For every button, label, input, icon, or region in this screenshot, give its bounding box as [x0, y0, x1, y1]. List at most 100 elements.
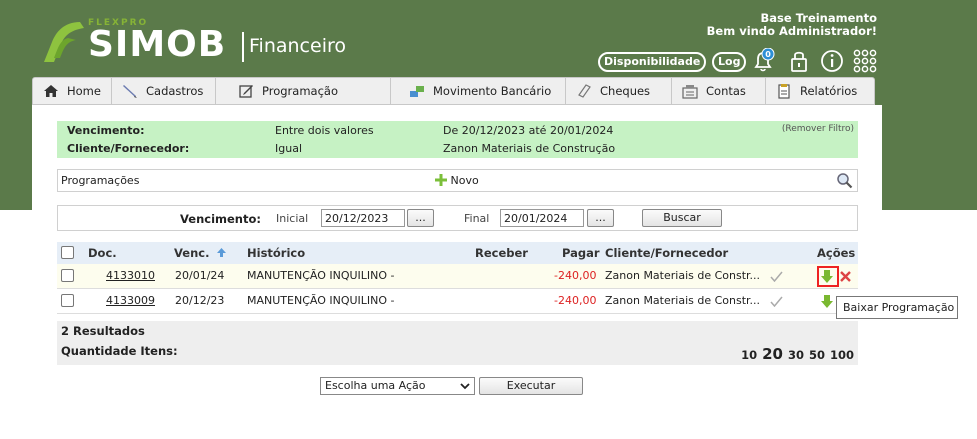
col-venc-label: Venc. [174, 246, 210, 260]
search-inicial-label: Inicial [276, 212, 309, 225]
chevron-down-icon [460, 383, 470, 390]
table-row: 4133010 20/01/24 MANUTENÇÃO INQUILINO - … [57, 264, 858, 289]
executar-button[interactable]: Executar [479, 377, 583, 395]
report-icon [778, 84, 790, 99]
nav-contas-label: Contas [706, 84, 746, 98]
search-final-label: Final [464, 212, 490, 225]
final-date-input[interactable] [500, 209, 584, 227]
programacoes-bar: Programações Novo [57, 169, 858, 192]
row-checkbox[interactable] [61, 269, 74, 282]
col-venc[interactable]: Venc. [174, 246, 227, 260]
row-venc: 20/12/23 [175, 294, 225, 307]
results-count: 2 Resultados [61, 324, 145, 338]
info-icon[interactable] [819, 48, 845, 74]
search-form: Vencimento: Inicial ... Final ... Buscar [57, 205, 858, 231]
log-button[interactable]: Log [712, 52, 747, 72]
page-size-50[interactable]: 50 [809, 348, 825, 362]
disponibilidade-button[interactable]: Disponibilidade [598, 52, 707, 72]
inicial-date-input[interactable] [321, 209, 405, 227]
logo-main: SIMOB [88, 24, 227, 65]
row-pagar: -240,00 [554, 294, 597, 307]
row-venc: 20/01/24 [175, 269, 225, 282]
header-controls: Disponibilidade Log 0 [598, 46, 888, 76]
page-size-30[interactable]: 30 [788, 348, 804, 362]
welcome-user: Bem vindo Administrador! [706, 24, 877, 38]
nav-programacao-label: Programação [262, 84, 338, 98]
row-cliente: Zanon Materiais de Constr... [605, 294, 761, 307]
qty-label: Quantidade Itens: [61, 344, 178, 358]
bell-icon[interactable]: 0 [750, 48, 776, 74]
novo-button[interactable]: Novo [435, 174, 479, 187]
search-icon[interactable] [836, 172, 853, 189]
search-vencimento-label: Vencimento: [180, 212, 261, 226]
col-doc[interactable]: Doc. [88, 246, 117, 260]
notification-count: 0 [765, 50, 771, 59]
final-date-picker-button[interactable]: ... [587, 209, 614, 227]
welcome-text: Base Treinamento Bem vindo Administrador… [707, 12, 877, 38]
sort-asc-icon [217, 248, 227, 257]
delete-icon[interactable] [840, 271, 851, 282]
page-size-options: 10 20 30 50 100 [736, 345, 854, 363]
filter-value-cliente: Zanon Materiais de Construção [443, 142, 616, 155]
table-header: Doc. Venc. Histórico Receber Pagar Clien… [57, 242, 858, 264]
nav-movimento-bancario[interactable]: Movimento Bancário [391, 78, 566, 104]
row-historico: MANUTENÇÃO INQUILINO - [247, 294, 395, 307]
remove-filter-link[interactable]: (Remover Filtro) [782, 124, 854, 134]
plus-icon [435, 174, 447, 186]
pencil-icon [123, 85, 137, 98]
tooltip: Baixar Programação [836, 296, 958, 319]
filter-label-cliente: Cliente/Fornecedor: [67, 142, 190, 155]
nav-relatorios-label: Relatórios [800, 84, 858, 98]
table-row: 4133009 20/12/23 MANUTENÇÃO INQUILINO - … [57, 289, 858, 314]
action-select[interactable]: Escolha uma Ação [320, 377, 475, 395]
accounts-icon [682, 85, 698, 99]
col-historico[interactable]: Histórico [247, 246, 305, 260]
buscar-button[interactable]: Buscar [642, 209, 722, 227]
main-nav: Home Cadastros Programação Movimento Ban… [32, 77, 875, 105]
logo-module: Financeiro [249, 35, 346, 57]
cheque-icon [578, 84, 591, 98]
check-icon[interactable] [770, 271, 783, 282]
row-cliente: Zanon Materiais de Constr... [605, 269, 761, 282]
nav-cheques[interactable]: Cheques [566, 78, 672, 104]
logo-separator [242, 32, 244, 62]
col-receber[interactable]: Receber [475, 246, 528, 260]
col-pagar[interactable]: Pagar [562, 246, 600, 260]
results-footer: 2 Resultados [57, 321, 858, 341]
col-cliente[interactable]: Cliente/Fornecedor [605, 246, 728, 260]
nav-programacao[interactable]: Programação [216, 78, 391, 104]
highlight-box [817, 266, 839, 287]
doc-link[interactable]: 4133010 [106, 269, 155, 282]
nav-relatorios[interactable]: Relatórios [766, 78, 874, 104]
nav-home-label: Home [67, 84, 101, 98]
programacoes-title: Programações [61, 174, 140, 187]
baixar-programacao-icon[interactable] [821, 295, 833, 308]
doc-link[interactable]: 4133009 [106, 294, 155, 307]
edit-icon [239, 85, 253, 98]
filter-op-vencimento: Entre dois valores [275, 124, 374, 137]
filter-label-vencimento: Vencimento: [67, 124, 145, 137]
select-all-checkbox[interactable] [61, 246, 74, 259]
bank-transfer-icon [410, 86, 424, 97]
row-historico: MANUTENÇÃO INQUILINO - [247, 269, 395, 282]
nav-cadastros-label: Cadastros [146, 84, 204, 98]
filter-op-cliente: Igual [275, 142, 302, 155]
row-checkbox[interactable] [61, 294, 74, 307]
nav-contas[interactable]: Contas [672, 78, 766, 104]
lock-icon[interactable] [786, 48, 812, 74]
page-size-10[interactable]: 10 [741, 348, 757, 362]
nav-home[interactable]: Home [33, 78, 112, 104]
nav-cadastros[interactable]: Cadastros [112, 78, 216, 104]
filter-value-vencimento: De 20/12/2023 até 20/01/2024 [443, 124, 614, 137]
apps-grid-icon[interactable] [852, 48, 878, 74]
check-icon[interactable] [770, 296, 783, 307]
row-pagar: -240,00 [554, 269, 597, 282]
home-icon [44, 85, 58, 97]
app-logo[interactable]: FLEXPRO SIMOB Financeiro [40, 18, 360, 70]
col-acoes: Ações [817, 246, 856, 260]
page-size-100[interactable]: 100 [830, 348, 854, 362]
inicial-date-picker-button[interactable]: ... [407, 209, 434, 227]
page-size-20[interactable]: 20 [762, 345, 783, 363]
logo-swoosh-icon [44, 22, 84, 62]
nav-movimento-label: Movimento Bancário [433, 84, 552, 98]
